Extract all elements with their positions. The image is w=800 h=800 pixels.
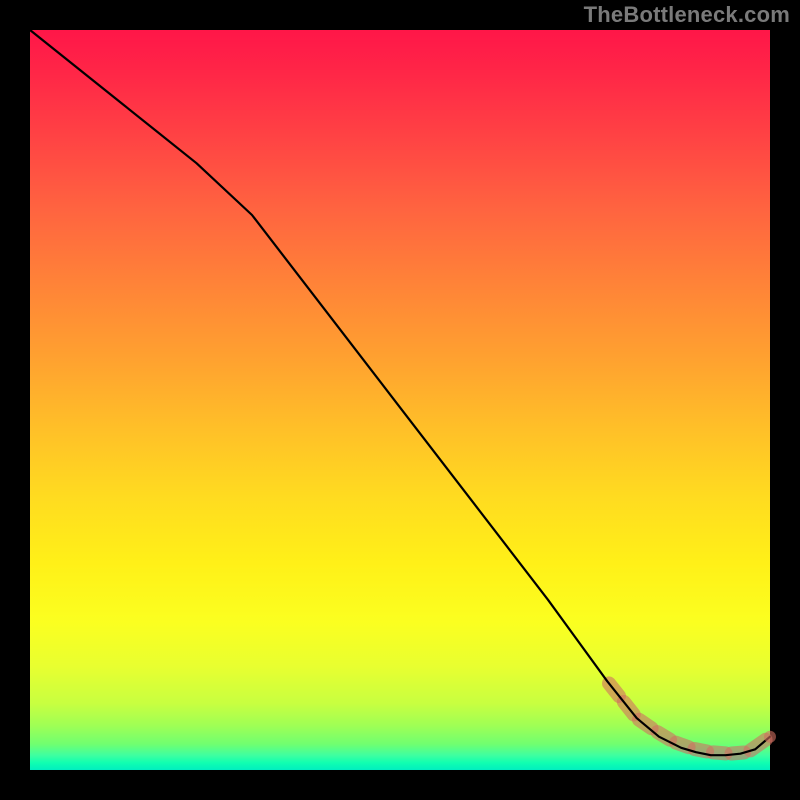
watermark-text: TheBottleneck.com [584, 2, 790, 28]
chart-frame: TheBottleneck.com [0, 0, 800, 800]
plot-gradient-area [30, 30, 770, 770]
